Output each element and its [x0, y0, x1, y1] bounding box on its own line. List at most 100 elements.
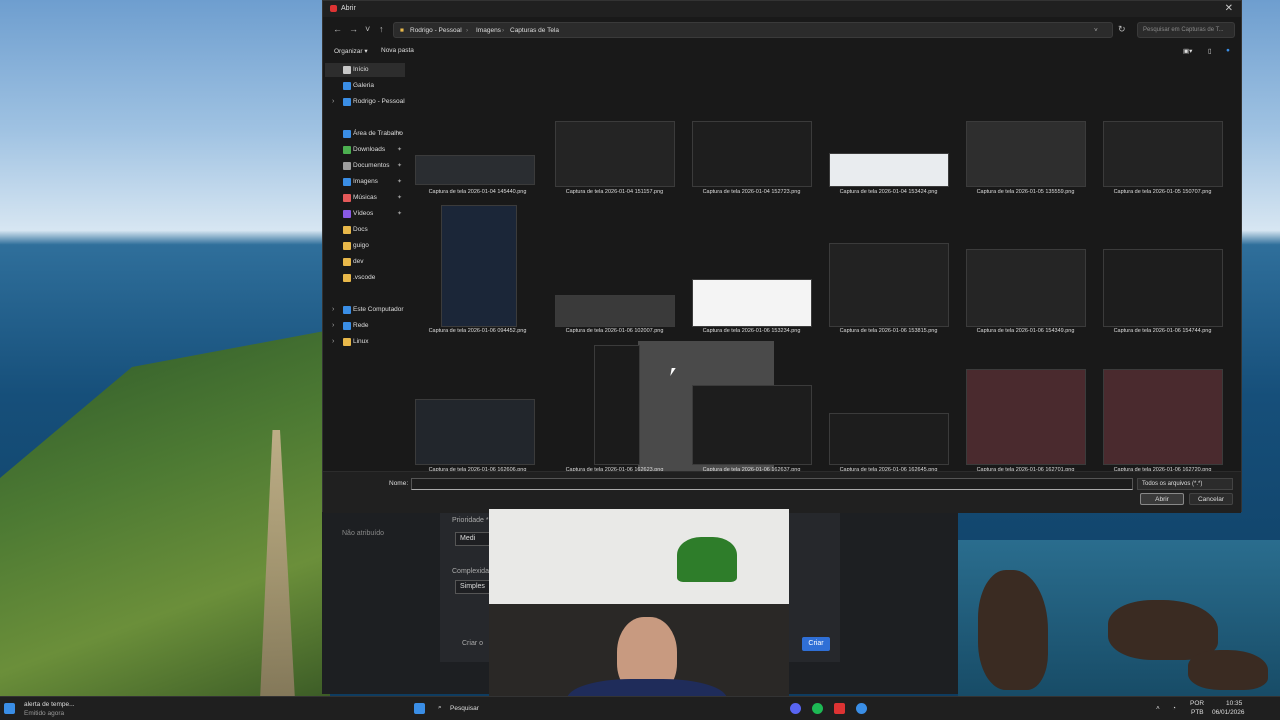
- file-thumbnail[interactable]: [555, 295, 675, 327]
- search-input[interactable]: Pesquisar em Capturas de T...: [1137, 22, 1235, 38]
- file-name-label[interactable]: Captura de tela 2026-01-04 151157.png: [552, 189, 677, 204]
- file-thumbnail[interactable]: [829, 413, 949, 465]
- cancel-button[interactable]: Cancelar: [1189, 493, 1233, 505]
- lang-label[interactable]: POR: [1190, 700, 1204, 707]
- sidebar-item[interactable]: .vscode: [325, 271, 405, 285]
- sidebar-item[interactable]: Imagens ✦: [325, 175, 405, 189]
- layout-label[interactable]: PTB: [1191, 709, 1204, 716]
- chevron-right-icon[interactable]: ›: [332, 319, 334, 333]
- unassigned-text: Não atribuído: [342, 530, 385, 537]
- sidebar-item[interactable]: Vídeos ✦: [325, 207, 405, 221]
- sidebar-item[interactable]: Docs: [325, 223, 405, 237]
- sidebar-item[interactable]: › Rede: [325, 319, 405, 333]
- chevron-right-icon[interactable]: ›: [332, 95, 334, 109]
- crumb-2[interactable]: Capturas de Tela: [510, 27, 559, 34]
- app-icon: [330, 5, 337, 12]
- back-icon[interactable]: ←: [333, 24, 342, 34]
- file-type-select[interactable]: Todos os arquivos (*.*): [1137, 478, 1233, 490]
- forward-icon[interactable]: →: [349, 24, 358, 34]
- chevron-up-icon[interactable]: ˄: [1156, 705, 1160, 712]
- file-list: Captura de tela 2026-01-04 145440.png Cap…: [413, 63, 1241, 471]
- file-thumbnail[interactable]: [555, 121, 675, 187]
- close-icon[interactable]: ✕: [1225, 3, 1233, 14]
- sidebar-item[interactable]: Início: [325, 63, 405, 77]
- browser-icon[interactable]: [856, 703, 867, 714]
- file-thumbnail[interactable]: [415, 399, 535, 465]
- help-icon[interactable]: ●: [1226, 47, 1230, 54]
- clock-date[interactable]: 06/01/2026: [1212, 709, 1245, 716]
- sidebar-item[interactable]: › Rodrigo - Pessoal: [325, 95, 405, 109]
- filename-input[interactable]: [411, 478, 1133, 490]
- file-name-label[interactable]: Captura de tela 2026-01-06 154349.png: [963, 328, 1088, 343]
- chevron-right-icon[interactable]: ›: [332, 303, 334, 317]
- discord-icon[interactable]: [790, 703, 801, 714]
- file-thumbnail[interactable]: [966, 369, 1086, 465]
- filename-label: Nome:: [389, 480, 409, 487]
- sidebar-item[interactable]: › Linux: [325, 335, 405, 349]
- file-thumbnail[interactable]: [692, 279, 812, 327]
- file-name-label[interactable]: Captura de tela 2026-01-06 153815.png: [826, 328, 951, 343]
- create-another-checkbox[interactable]: Criar o: [462, 640, 483, 647]
- sidebar-item[interactable]: Músicas ✦: [325, 191, 405, 205]
- file-thumbnail[interactable]: [966, 249, 1086, 327]
- sidebar-item[interactable]: Documentos ✦: [325, 159, 405, 173]
- file-thumbnail[interactable]: [441, 205, 517, 327]
- file-thumbnail[interactable]: [692, 385, 812, 465]
- file-thumbnail[interactable]: [692, 121, 812, 187]
- up-icon[interactable]: ↑: [379, 24, 384, 34]
- network-icon[interactable]: ◔: [1172, 705, 1176, 712]
- chevron-right-icon[interactable]: ›: [332, 335, 334, 349]
- file-thumbnail[interactable]: [829, 243, 949, 327]
- file-thumbnail[interactable]: [1103, 249, 1223, 327]
- file-thumbnail[interactable]: [1103, 121, 1223, 187]
- address-bar[interactable]: ■ Rodrigo - Pessoal › Imagens › Capturas…: [393, 22, 1113, 38]
- spotify-icon[interactable]: [812, 703, 823, 714]
- file-name-label[interactable]: Captura de tela 2026-01-05 135559.png: [963, 189, 1088, 204]
- download-icon: [343, 146, 351, 154]
- file-name-label[interactable]: Captura de tela 2026-01-04 153424.png: [826, 189, 951, 204]
- view-icon[interactable]: ▣▾: [1183, 47, 1192, 55]
- file-name-label[interactable]: Captura de tela 2026-01-06 102007.png: [552, 328, 677, 343]
- file-thumbnail[interactable]: [1103, 369, 1223, 465]
- music-icon: [343, 194, 351, 202]
- sidebar-item[interactable]: Área de Trabalho ✦: [325, 127, 405, 141]
- file-thumbnail[interactable]: [415, 155, 535, 185]
- clock-time[interactable]: 10:35: [1226, 700, 1242, 707]
- create-button[interactable]: Criar: [802, 637, 830, 651]
- app-icon-red[interactable]: [834, 703, 845, 714]
- sidebar-item[interactable]: Galeria: [325, 79, 405, 93]
- file-name-label[interactable]: Captura de tela 2026-01-04 145440.png: [415, 189, 540, 204]
- sidebar-item-label: Galeria: [353, 82, 374, 89]
- sidebar-item[interactable]: Downloads ✦: [325, 143, 405, 157]
- sidebar-item[interactable]: › Este Computador: [325, 303, 405, 317]
- crumb-1[interactable]: Imagens: [476, 27, 501, 34]
- pin-icon: ✦: [396, 211, 402, 217]
- file-thumbnail[interactable]: [829, 153, 949, 187]
- sidebar-item-label: Início: [353, 66, 369, 73]
- dialog-titlebar: Abrir ✕: [323, 1, 1241, 17]
- sidebar-item[interactable]: guigo: [325, 239, 405, 253]
- notification-title[interactable]: alerta de tempe...: [24, 701, 75, 708]
- file-name-label[interactable]: Captura de tela 2026-01-04 152723.png: [689, 189, 814, 204]
- pin-icon: ✦: [396, 195, 402, 201]
- file-name-label[interactable]: Captura de tela 2026-01-06 153234.png: [689, 328, 814, 343]
- refresh-icon[interactable]: ↻: [1118, 24, 1126, 35]
- preview-pane-icon[interactable]: ▯: [1208, 47, 1212, 55]
- file-name-label[interactable]: Captura de tela 2026-01-05 150707.png: [1100, 189, 1225, 204]
- new-folder-button[interactable]: Nova pasta: [381, 47, 414, 54]
- file-name-label[interactable]: Captura de tela 2026-01-06 094452.png: [415, 328, 540, 343]
- sidebar-item[interactable]: dev: [325, 255, 405, 269]
- recent-icon[interactable]: ˅: [365, 24, 370, 34]
- file-thumbnail[interactable]: [594, 345, 640, 465]
- organize-button[interactable]: Organizar ▾: [334, 47, 368, 55]
- open-button[interactable]: Abrir: [1140, 493, 1184, 505]
- chevron-down-icon[interactable]: ˅: [1094, 27, 1098, 34]
- taskbar-search[interactable]: Pesquisar: [450, 705, 479, 712]
- start-icon[interactable]: [414, 703, 425, 714]
- file-thumbnail[interactable]: [966, 121, 1086, 187]
- folder-icon: ■: [400, 27, 404, 34]
- weather-icon[interactable]: [4, 703, 15, 714]
- file-name-label[interactable]: Captura de tela 2026-01-06 154744.png: [1100, 328, 1225, 343]
- crumb-0[interactable]: Rodrigo - Pessoal: [410, 27, 462, 34]
- notification-sub: Emitido agora: [24, 710, 65, 717]
